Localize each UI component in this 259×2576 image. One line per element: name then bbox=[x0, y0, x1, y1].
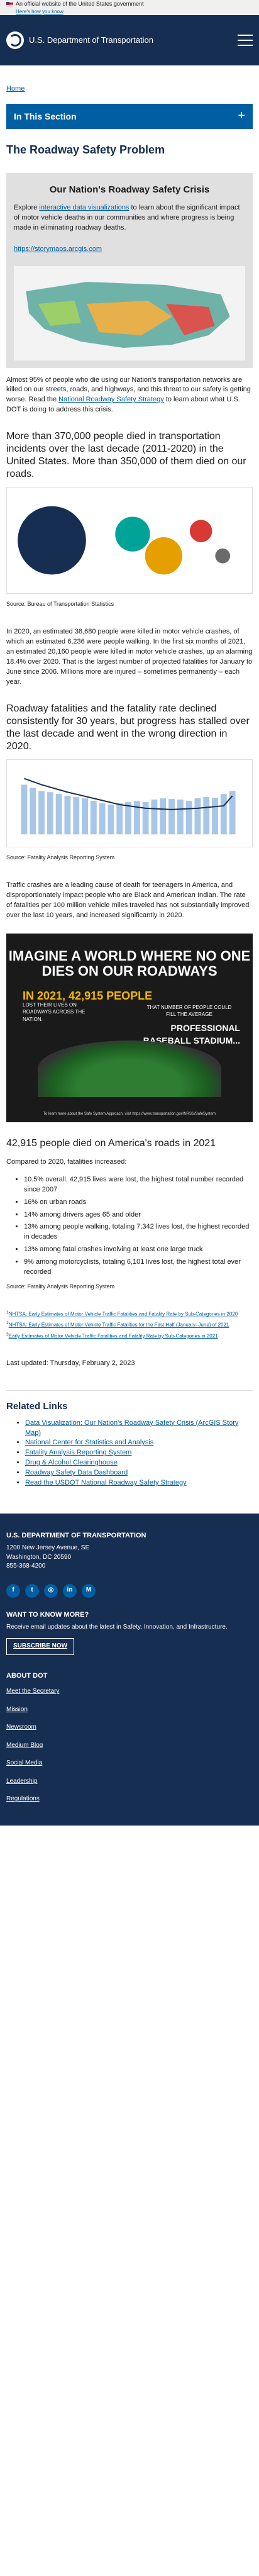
facebook-icon[interactable]: f bbox=[6, 1583, 20, 1598]
medium-icon[interactable]: M bbox=[82, 1583, 96, 1598]
footer-org-name: U.S. DEPARTMENT OF TRANSPORTATION bbox=[6, 1532, 146, 1540]
breadcrumb-home[interactable]: Home bbox=[6, 85, 25, 92]
related-links-list: Data Visualization: Our Nation's Roadway… bbox=[25, 1419, 253, 1489]
nrss-link[interactable]: National Roadway Safety Strategy bbox=[58, 396, 164, 403]
banner-text: An official website of the United States… bbox=[16, 0, 144, 7]
brand[interactable]: U.S. Department of Transportation bbox=[6, 31, 153, 49]
stat-headline-trend: Roadway fatalities and the fatality rate… bbox=[6, 703, 250, 752]
footer-address: 1200 New Jersey Avenue, SE Washington, D… bbox=[6, 1544, 90, 1570]
stat-headline-decade: More than 370,000 people died in transpo… bbox=[6, 431, 246, 480]
poster-right: THAT NUMBER OF PEOPLE COULD FILL THE AVE… bbox=[146, 1004, 232, 1018]
related-link[interactable]: Roadway Safety Data Dashboard bbox=[25, 1469, 128, 1476]
stat-item: 16% on urban roads bbox=[24, 1198, 253, 1208]
flag-icon bbox=[6, 1, 13, 6]
source-fars-1: Source: Fatality Analysis Reporting Syst… bbox=[6, 854, 115, 861]
related-link[interactable]: Data Visualization: Our Nation's Roadway… bbox=[25, 1419, 238, 1437]
stats-list: 10.5% overall. 42,915 lives were lost, t… bbox=[24, 1175, 253, 1278]
footer-link[interactable]: Social Media bbox=[6, 1759, 42, 1766]
related-link[interactable]: Fatality Analysis Reporting System bbox=[25, 1449, 131, 1456]
storymaps-link[interactable]: https://storymaps.arcgis.com bbox=[14, 245, 245, 255]
menu-icon[interactable] bbox=[238, 35, 253, 46]
crisis-card: Our Nation's Roadway Safety Crisis Explo… bbox=[6, 173, 253, 368]
email-updates-text: Receive email updates about the latest i… bbox=[6, 1623, 228, 1631]
footnotes: 1NHTSA: Early Estimates of Motor Vehicle… bbox=[6, 1310, 238, 1339]
about-dot-heading: ABOUT DOT bbox=[6, 1671, 48, 1680]
compared-label: Compared to 2020, fatalities increased: bbox=[6, 1157, 127, 1166]
page-title: The Roadway Safety Problem bbox=[6, 143, 165, 156]
footnote-link-3[interactable]: Early Estimates of Motor Vehicle Traffic… bbox=[9, 1333, 218, 1339]
crisis-intro: Explore interactive data visualizations … bbox=[14, 203, 240, 231]
related-link[interactable]: Read the USDOT National Roadway Safety S… bbox=[25, 1479, 187, 1486]
linkedin-icon[interactable]: in bbox=[63, 1583, 77, 1598]
para-nrss: Almost 95% of people who die using our N… bbox=[6, 376, 251, 414]
stat-item: 10.5% overall. 42,915 lives were lost, t… bbox=[24, 1175, 253, 1195]
footer-link[interactable]: Regulations bbox=[6, 1795, 40, 1802]
footer-link[interactable]: Leadership bbox=[6, 1778, 37, 1785]
footer-link[interactable]: Mission bbox=[6, 1706, 28, 1713]
subscribe-button[interactable]: SUBSCRIBE NOW bbox=[6, 1638, 75, 1655]
footnote-link-1[interactable]: NHTSA: Early Estimates of Motor Vehicle … bbox=[9, 1312, 238, 1317]
in-section-label: In This Section bbox=[14, 111, 77, 121]
stat-item: 13% among fatal crashes involving at lea… bbox=[24, 1245, 253, 1255]
site-footer: U.S. DEPARTMENT OF TRANSPORTATION 1200 N… bbox=[0, 1514, 259, 1826]
footer-link[interactable]: Meet the Secretary bbox=[6, 1688, 59, 1695]
baseball-field-image bbox=[38, 1040, 221, 1097]
source-bts: Source: Bureau of Transportation Statist… bbox=[6, 601, 114, 608]
viz-link[interactable]: interactive data visualizations bbox=[39, 204, 129, 211]
fatality-trend-chart bbox=[6, 759, 253, 847]
heres-how-link[interactable]: Here's how you know bbox=[16, 8, 253, 16]
related-links-title: Related Links bbox=[6, 1400, 68, 1412]
gov-banner: An official website of the United States… bbox=[0, 0, 259, 15]
poster-sub: LOST THEIR LIVES ON ROADWAYS ACROSS THE … bbox=[23, 1001, 85, 1022]
in-this-section-toggle[interactable]: In This Section + bbox=[6, 103, 253, 129]
source-fars-2: Source: Fatality Analysis Reporting Syst… bbox=[6, 1283, 115, 1290]
stat-headline-2021: 42,915 people died on America's roads in… bbox=[6, 1137, 216, 1149]
poster-headline: IMAGINE A WORLD WHERE NO ONE DIES ON OUR… bbox=[8, 947, 251, 979]
stat-item: 13% among people walking, totaling 7,342… bbox=[24, 1222, 253, 1242]
crisis-title: Our Nation's Roadway Safety Crisis bbox=[49, 184, 210, 196]
related-link[interactable]: National Center for Statistics and Analy… bbox=[25, 1439, 153, 1446]
stat-item: 9% among motorcyclists, totaling 6,101 l… bbox=[24, 1257, 253, 1278]
baseball-stadium-poster: IMAGINE A WORLD WHERE NO ONE DIES ON OUR… bbox=[6, 933, 253, 1122]
poster-footer: To learn more about the Safe System Appr… bbox=[43, 1112, 216, 1117]
footer-link[interactable]: Newsroom bbox=[6, 1724, 36, 1731]
plus-icon: + bbox=[238, 109, 245, 123]
stat-item: 14% among drivers ages 65 and older bbox=[24, 1210, 253, 1220]
instagram-icon[interactable]: ◎ bbox=[44, 1583, 58, 1598]
footer-link[interactable]: Medium Blog bbox=[6, 1742, 43, 1749]
site-title: U.S. Department of Transportation bbox=[29, 35, 153, 45]
twitter-icon[interactable]: t bbox=[25, 1583, 39, 1598]
about-dot-links: Meet the Secretary Mission Newsroom Medi… bbox=[6, 1687, 253, 1804]
para-teen-deaths: Traffic crashes are a leading cause of d… bbox=[6, 881, 250, 919]
transport-deaths-chart bbox=[6, 487, 253, 594]
footnote-link-2[interactable]: NHTSA: Early Estimates of Motor Vehicle … bbox=[9, 1322, 229, 1328]
dot-seal-icon bbox=[6, 31, 24, 49]
related-link[interactable]: Drug & Alcohol Clearinghouse bbox=[25, 1459, 118, 1466]
para-2020-stats: In 2020, an estimated 38,680 people were… bbox=[6, 628, 253, 686]
want-to-know-more: WANT TO KNOW MORE? bbox=[6, 1610, 89, 1619]
last-updated: Last updated: Thursday, February 2, 2023 bbox=[6, 1359, 135, 1367]
social-links: f t ◎ in M bbox=[6, 1583, 253, 1598]
site-header: U.S. Department of Transportation bbox=[0, 15, 259, 65]
us-fatality-map[interactable] bbox=[14, 265, 245, 360]
